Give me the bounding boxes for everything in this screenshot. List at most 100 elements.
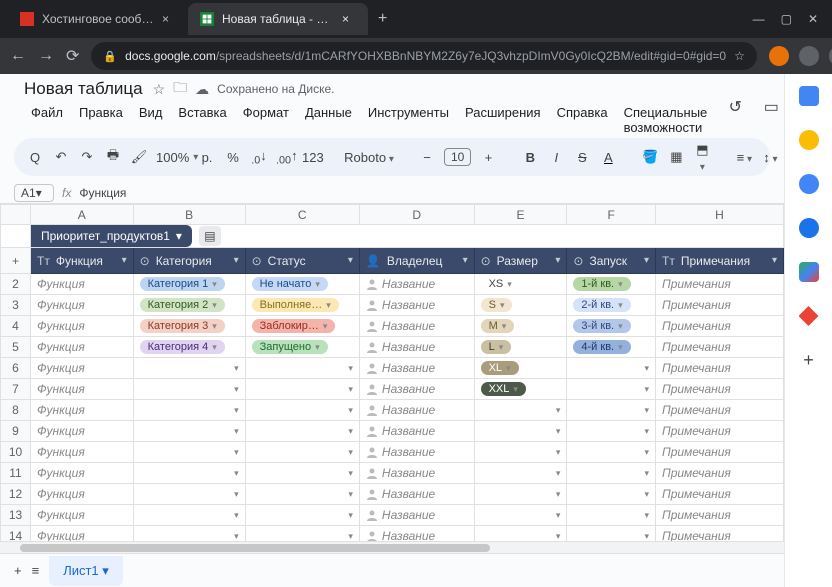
more-formats-button[interactable]: 123 [302, 150, 320, 165]
header-cell[interactable]: 👤Владелец▾ [359, 248, 474, 274]
cell-launch[interactable]: ▾ [567, 400, 656, 421]
cell-status[interactable]: ▾ [245, 463, 359, 484]
cell-notes[interactable]: Примечания [656, 463, 784, 484]
history-icon[interactable]: ↺ [724, 96, 746, 118]
font-size-input[interactable]: 10 [444, 148, 471, 166]
header-cell[interactable]: ⊙Категория▾ [133, 248, 245, 274]
cell-function[interactable]: Функция [31, 274, 134, 295]
cell-category[interactable]: ▾ [133, 526, 245, 542]
addon-icon[interactable] [799, 306, 819, 326]
maximize-button[interactable]: ▢ [781, 12, 792, 26]
cell-launch[interactable]: ▾ [567, 358, 656, 379]
cell-status[interactable]: Выполняе…▾ [245, 295, 359, 316]
cell-category[interactable]: ▾ [133, 463, 245, 484]
column-header[interactable] [1, 205, 31, 225]
search-menus-icon[interactable]: Q [26, 150, 44, 165]
cell-launch[interactable]: 3-й кв.▾ [567, 316, 656, 337]
comment-icon[interactable]: ▭ [760, 96, 782, 118]
bold-button[interactable]: B [521, 150, 539, 165]
decrease-decimal-button[interactable]: .0↓ [250, 148, 268, 167]
cell-status[interactable]: Запущено▾ [245, 337, 359, 358]
all-sheets-button[interactable]: ≡ [32, 563, 40, 578]
cell-launch[interactable]: ▾ [567, 463, 656, 484]
new-tab-button[interactable]: + [368, 10, 397, 28]
cell-function[interactable]: Функция [31, 463, 134, 484]
row-number[interactable]: 5 [1, 337, 31, 358]
row-number[interactable]: 2 [1, 274, 31, 295]
spreadsheet-grid[interactable]: ABCDEFH Приоритет_продуктов1 ▾ ▤ +TᴛФунк… [0, 204, 784, 541]
cell-launch[interactable]: ▾ [567, 379, 656, 400]
cell-notes[interactable]: Примечания [656, 505, 784, 526]
fill-color-button[interactable]: 🪣 [641, 149, 659, 165]
cell-owner[interactable]: Название [359, 484, 474, 505]
cell-status[interactable]: ▾ [245, 484, 359, 505]
cell-launch[interactable]: ▾ [567, 421, 656, 442]
cell-category[interactable]: ▾ [133, 484, 245, 505]
cell-function[interactable]: Функция [31, 421, 134, 442]
cell-function[interactable]: Функция [31, 295, 134, 316]
extension-icon[interactable] [799, 46, 819, 66]
cell-owner[interactable]: Название [359, 421, 474, 442]
keep-icon[interactable] [799, 130, 819, 150]
print-button[interactable]: 🖶 [104, 146, 122, 168]
redo-button[interactable]: ↷ [78, 149, 96, 165]
row-number[interactable]: 11 [1, 463, 31, 484]
cell-function[interactable]: Функция [31, 358, 134, 379]
cell-owner[interactable]: Название [359, 337, 474, 358]
back-button[interactable]: ← [10, 47, 26, 65]
add-sheet-button[interactable]: + [14, 563, 22, 578]
cell-launch[interactable]: ▾ [567, 505, 656, 526]
cell-status[interactable]: ▾ [245, 442, 359, 463]
cell-category[interactable]: ▾ [133, 421, 245, 442]
row-number[interactable]: 13 [1, 505, 31, 526]
italic-button[interactable]: I [547, 150, 565, 165]
menu-Инструменты[interactable]: Инструменты [361, 103, 456, 137]
font-dropdown[interactable]: Roboto [344, 150, 394, 165]
header-cell[interactable]: ⊙Статус▾ [245, 248, 359, 274]
reload-button[interactable]: ⟳ [66, 47, 79, 65]
cell-owner[interactable]: Название [359, 379, 474, 400]
add-column-button[interactable]: + [1, 248, 31, 274]
cell-status[interactable]: ▾ [245, 526, 359, 542]
sheet-tab[interactable]: Лист1 ▾ [49, 556, 123, 586]
row-number[interactable]: 4 [1, 316, 31, 337]
cell-launch[interactable]: ▾ [567, 526, 656, 542]
minimize-button[interactable]: — [753, 12, 765, 26]
row-number[interactable]: 12 [1, 484, 31, 505]
cell-owner[interactable]: Название [359, 316, 474, 337]
cell-notes[interactable]: Примечания [656, 295, 784, 316]
cell-function[interactable]: Функция [31, 379, 134, 400]
row-number[interactable]: 8 [1, 400, 31, 421]
cell-category[interactable]: ▾ [133, 358, 245, 379]
menu-Расширения[interactable]: Расширения [458, 103, 548, 137]
move-icon[interactable]: 🗀 [173, 77, 187, 101]
cell-owner[interactable]: Название [359, 505, 474, 526]
menu-Специальные возможности[interactable]: Специальные возможности [617, 103, 715, 137]
menu-Данные[interactable]: Данные [298, 103, 359, 137]
cell-size[interactable]: ▾ [474, 484, 567, 505]
cell-status[interactable]: Заблокир…▾ [245, 316, 359, 337]
column-header[interactable]: E [474, 205, 567, 225]
cell-launch[interactable]: 1-й кв.▾ [567, 274, 656, 295]
zoom-dropdown[interactable]: 100% [156, 150, 174, 165]
row-number[interactable]: 14 [1, 526, 31, 542]
menu-Файл[interactable]: Файл [24, 103, 70, 137]
cell-size[interactable]: ▾ [474, 442, 567, 463]
doc-title[interactable]: Новая таблица [24, 79, 143, 99]
cell-function[interactable]: Функция [31, 442, 134, 463]
cell-notes[interactable]: Примечания [656, 526, 784, 542]
cell-function[interactable]: Функция [31, 400, 134, 421]
cell-owner[interactable]: Название [359, 400, 474, 421]
cell-launch[interactable]: ▾ [567, 484, 656, 505]
cell-size[interactable]: ▾ [474, 421, 567, 442]
row-number[interactable]: 7 [1, 379, 31, 400]
column-header[interactable]: B [133, 205, 245, 225]
horizontal-align-button[interactable]: ≡ [735, 150, 753, 165]
extension-icon[interactable] [769, 46, 789, 66]
cell-owner[interactable]: Название [359, 463, 474, 484]
cell-status[interactable]: Не начато▾ [245, 274, 359, 295]
horizontal-scrollbar[interactable] [0, 541, 784, 553]
borders-button[interactable]: ▦ [667, 149, 685, 165]
cell-status[interactable]: ▾ [245, 358, 359, 379]
row-number[interactable]: 10 [1, 442, 31, 463]
